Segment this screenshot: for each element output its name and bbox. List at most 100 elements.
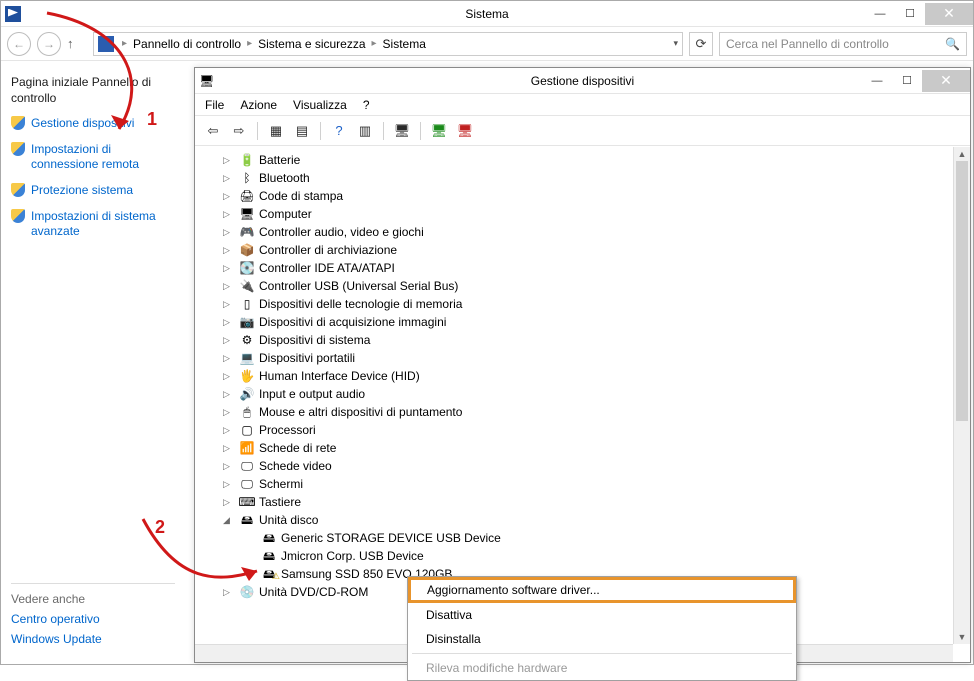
refresh-button[interactable]: ⟳ <box>689 32 713 56</box>
tree-category[interactable]: ▷🔋Batterie <box>205 151 949 169</box>
tree-category[interactable]: ▷💻Dispositivi portatili <box>205 349 949 367</box>
expand-icon[interactable]: ▷ <box>223 295 235 313</box>
expand-icon[interactable]: ▷ <box>223 385 235 403</box>
tree-category[interactable]: ▷🖥Computer <box>205 205 949 223</box>
expand-icon[interactable]: ▷ <box>223 169 235 187</box>
scroll-down-icon[interactable]: ▼ <box>954 630 970 644</box>
sidebar-heading[interactable]: Pagina iniziale Pannello di controllo <box>11 75 175 106</box>
see-also-action-center[interactable]: Centro operativo <box>11 612 175 626</box>
expand-icon[interactable]: ▷ <box>223 367 235 385</box>
expand-icon[interactable]: ▷ <box>223 205 235 223</box>
devmgr-minimize-button[interactable]: — <box>862 70 892 92</box>
close-button[interactable]: ✕ <box>925 3 973 25</box>
chevron-down-icon[interactable]: ▾ <box>673 38 678 49</box>
tree-category-disks[interactable]: ◢🖴Unità disco <box>205 511 949 529</box>
tree-category[interactable]: ▷📷Dispositivi di acquisizione immagini <box>205 313 949 331</box>
search-placeholder: Cerca nel Pannello di controllo <box>726 37 889 51</box>
sidebar-link-protection[interactable]: Protezione sistema <box>11 183 175 199</box>
sidebar-link-advanced[interactable]: Impostazioni di sistema avanzate <box>11 209 175 240</box>
expand-icon[interactable]: ▷ <box>223 403 235 421</box>
forward-button[interactable]: → <box>37 32 61 56</box>
ctx-update-driver[interactable]: Aggiornamento software driver... <box>408 577 796 603</box>
toolbar-forward-icon[interactable]: ⇨ <box>229 121 249 141</box>
tree-category[interactable]: ▷⌨Tastiere <box>205 493 949 511</box>
tree-category[interactable]: ▷▢Processori <box>205 421 949 439</box>
ctx-uninstall[interactable]: Disinstalla <box>408 627 796 651</box>
ctx-disable[interactable]: Disattiva <box>408 603 796 627</box>
breadcrumb[interactable]: ▸ Pannello di controllo ▸ Sistema e sicu… <box>93 32 683 56</box>
tree-category[interactable]: ▷💽Controller IDE ATA/ATAPI <box>205 259 949 277</box>
scroll-thumb[interactable] <box>956 161 968 421</box>
expand-icon[interactable]: ▷ <box>223 457 235 475</box>
device-label: Schede di rete <box>259 439 336 457</box>
control-panel-icon <box>98 36 114 52</box>
shield-icon <box>11 142 25 156</box>
expand-icon[interactable]: ◢ <box>223 511 235 529</box>
device-label: Unità DVD/CD-ROM <box>259 583 368 601</box>
expand-icon[interactable]: ▷ <box>223 331 235 349</box>
expand-icon[interactable]: ▷ <box>223 439 235 457</box>
device-label: Bluetooth <box>259 169 310 187</box>
expand-icon[interactable]: ▷ <box>223 277 235 295</box>
tree-category[interactable]: ▷📦Controller di archiviazione <box>205 241 949 259</box>
expand-icon[interactable]: ▷ <box>223 151 235 169</box>
toolbar-enable-icon[interactable]: 🖥 <box>429 121 449 141</box>
menu-file[interactable]: File <box>205 98 224 112</box>
menu-view[interactable]: Visualizza <box>293 98 347 112</box>
tree-category[interactable]: ▷🖵Schede video <box>205 457 949 475</box>
toolbar-update-icon[interactable]: 🖥 <box>392 121 412 141</box>
device-icon: ▯ <box>239 296 255 312</box>
device-label: Controller USB (Universal Serial Bus) <box>259 277 458 295</box>
expand-icon[interactable]: ▷ <box>223 223 235 241</box>
expand-icon[interactable]: ▷ <box>223 241 235 259</box>
breadcrumb-part[interactable]: Pannello di controllo <box>133 37 241 51</box>
sidebar-link-remote[interactable]: Impostazioni di connessione remota <box>11 142 175 173</box>
tree-category[interactable]: ▷⚙Dispositivi di sistema <box>205 331 949 349</box>
device-icon: 🖱 <box>239 404 255 420</box>
vertical-scrollbar[interactable]: ▲ ▼ <box>953 147 970 644</box>
ctx-scan-hardware[interactable]: Rileva modifiche hardware <box>408 656 796 680</box>
toolbar-help-icon[interactable]: ? <box>329 121 349 141</box>
scroll-up-icon[interactable]: ▲ <box>954 147 970 161</box>
expand-icon[interactable]: ▷ <box>223 493 235 511</box>
toolbar-back-icon[interactable]: ⇦ <box>203 121 223 141</box>
expand-icon[interactable]: ▷ <box>223 475 235 493</box>
tree-category[interactable]: ▷🔌Controller USB (Universal Serial Bus) <box>205 277 949 295</box>
expand-icon[interactable]: ▷ <box>223 349 235 367</box>
toolbar-scan-icon[interactable]: ▥ <box>355 121 375 141</box>
expand-icon[interactable]: ▷ <box>223 259 235 277</box>
back-button[interactable]: ← <box>7 32 31 56</box>
tree-category[interactable]: ▷🖵Schermi <box>205 475 949 493</box>
expand-icon[interactable]: ▷ <box>223 187 235 205</box>
toolbar-show-hidden-icon[interactable]: ▦ <box>266 121 286 141</box>
tree-category[interactable]: ▷🖨Code di stampa <box>205 187 949 205</box>
breadcrumb-part[interactable]: Sistema <box>383 37 426 51</box>
search-input[interactable]: Cerca nel Pannello di controllo 🔍 <box>719 32 967 56</box>
expand-icon[interactable]: ▷ <box>223 421 235 439</box>
tree-category[interactable]: ▷🎮Controller audio, video e giochi <box>205 223 949 241</box>
devmgr-menubar: File Azione Visualizza ? <box>195 94 970 116</box>
tree-category[interactable]: ▷🖱Mouse e altri dispositivi di puntament… <box>205 403 949 421</box>
menu-action[interactable]: Azione <box>240 98 277 112</box>
menu-help[interactable]: ? <box>363 98 370 112</box>
toolbar-properties-icon[interactable]: ▤ <box>292 121 312 141</box>
see-also-windows-update[interactable]: Windows Update <box>11 632 175 646</box>
breadcrumb-part[interactable]: Sistema e sicurezza <box>258 37 365 51</box>
tree-category[interactable]: ▷🖐Human Interface Device (HID) <box>205 367 949 385</box>
minimize-button[interactable]: — <box>865 3 895 25</box>
expand-icon[interactable]: ▷ <box>223 583 235 601</box>
tree-disk-item[interactable]: 🖴Generic STORAGE DEVICE USB Device <box>205 529 949 547</box>
device-tree[interactable]: ▷🔋Batterie▷ᛒBluetooth▷🖨Code di stampa▷🖥C… <box>195 147 953 644</box>
up-button[interactable]: ↑ <box>67 36 87 51</box>
maximize-button[interactable]: ☐ <box>895 3 925 25</box>
tree-category[interactable]: ▷▯Dispositivi delle tecnologie di memori… <box>205 295 949 313</box>
devmgr-close-button[interactable]: ✕ <box>922 70 970 92</box>
toolbar-uninstall-icon[interactable]: 🖥 <box>455 121 475 141</box>
expand-icon[interactable]: ▷ <box>223 313 235 331</box>
tree-category[interactable]: ▷🔊Input e output audio <box>205 385 949 403</box>
device-label: Generic STORAGE DEVICE USB Device <box>281 529 501 547</box>
devmgr-maximize-button[interactable]: ☐ <box>892 70 922 92</box>
tree-category[interactable]: ▷ᛒBluetooth <box>205 169 949 187</box>
tree-disk-item[interactable]: 🖴Jmicron Corp. USB Device <box>205 547 949 565</box>
tree-category[interactable]: ▷📶Schede di rete <box>205 439 949 457</box>
